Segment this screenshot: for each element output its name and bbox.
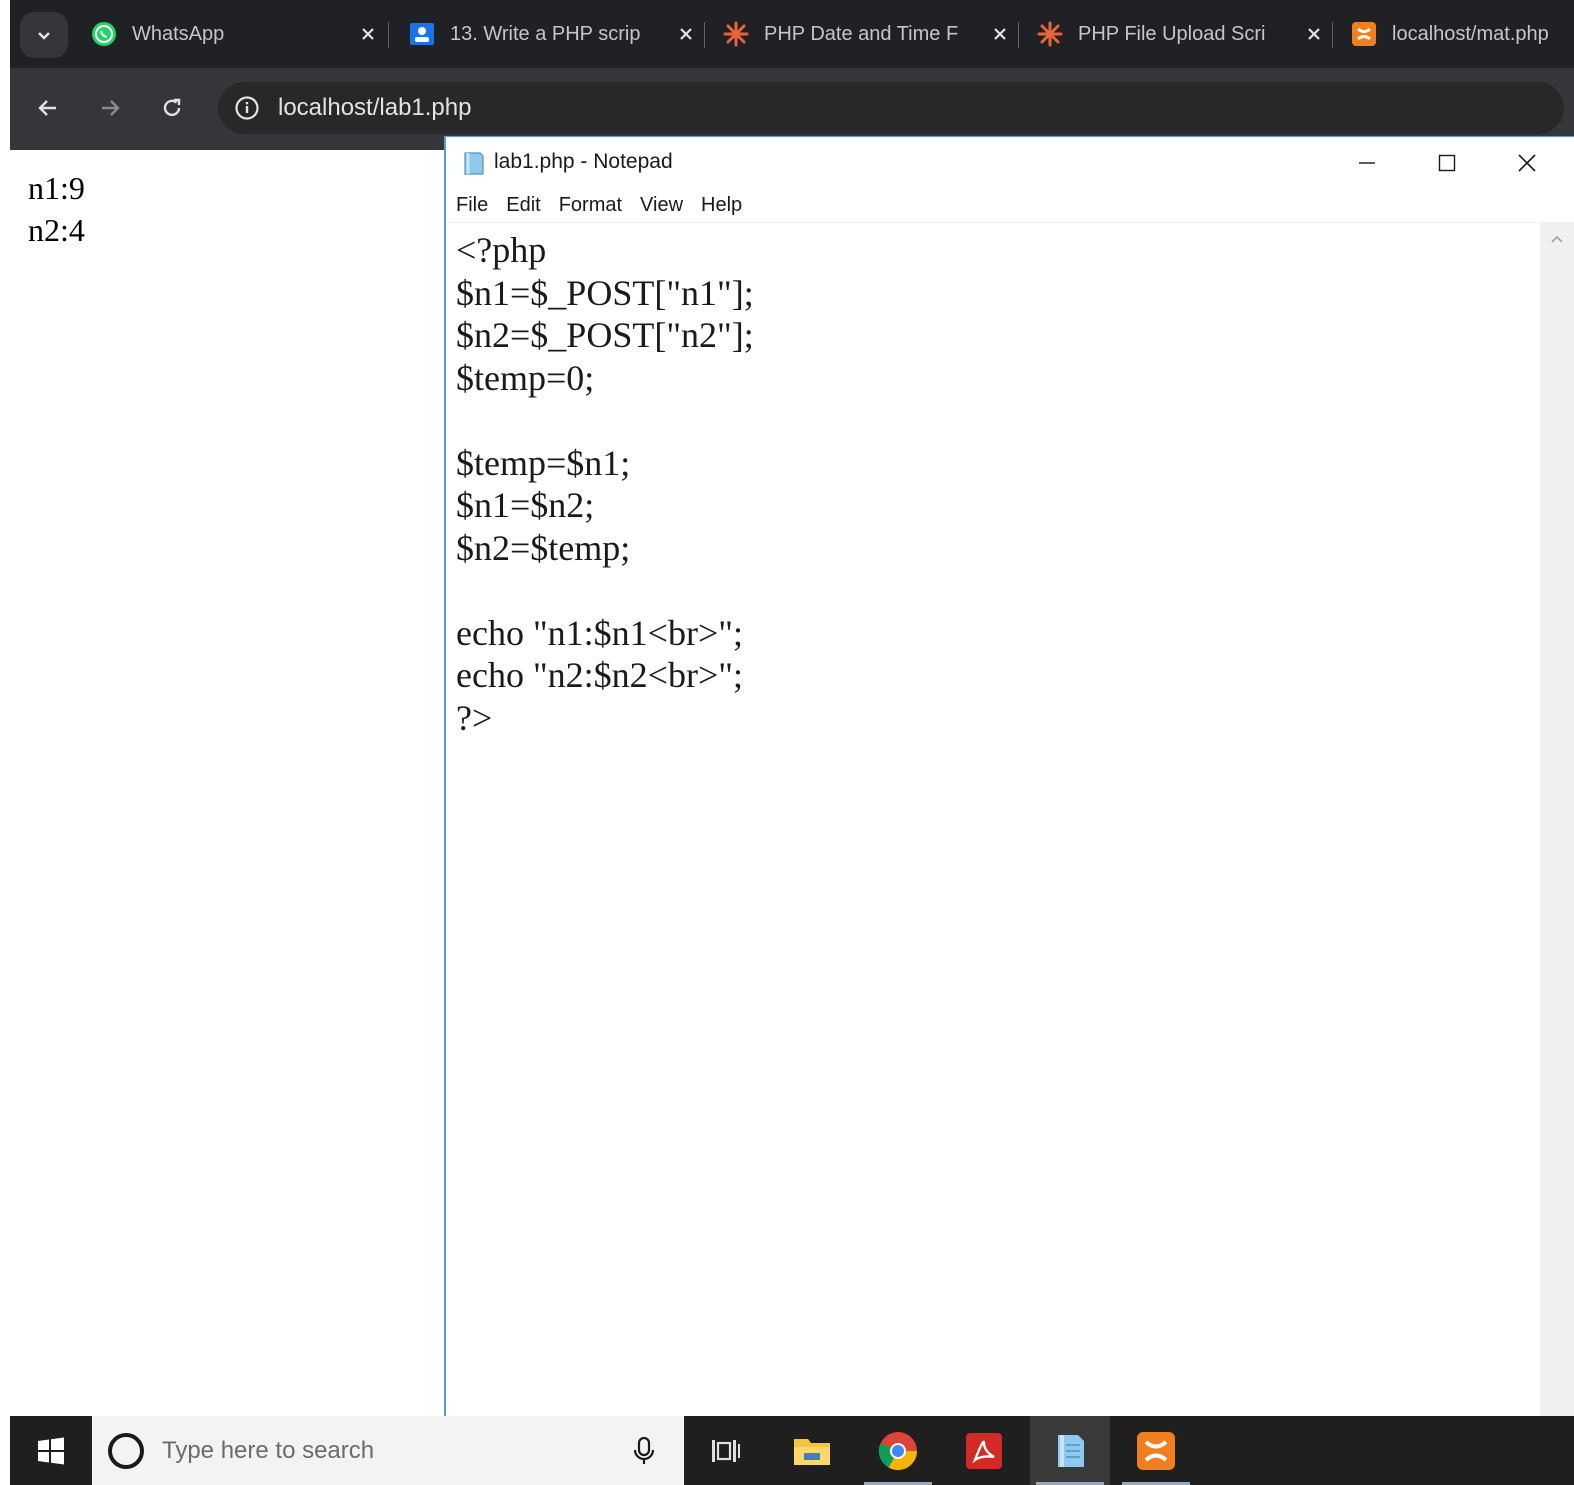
task-view-button[interactable] (686, 1416, 766, 1485)
tab-separator (704, 22, 705, 48)
reload-icon (163, 98, 181, 117)
address-url: localhost/lab1.php (278, 94, 472, 121)
php-burst-icon (1036, 20, 1064, 48)
maximize-button[interactable] (1424, 143, 1470, 183)
menu-edit[interactable]: Edit (506, 194, 540, 217)
tab-title: PHP File Upload Scri (1078, 22, 1266, 45)
xampp-icon (1137, 1431, 1175, 1470)
code-text: <?php $n1=$_POST["n1"]; $n2=$_POST["n2"]… (456, 230, 754, 738)
maximize-icon (1438, 154, 1456, 172)
address-bar[interactable]: localhost/lab1.php (218, 82, 1564, 134)
info-icon[interactable] (232, 93, 262, 123)
scroll-up-icon[interactable] (1540, 223, 1574, 257)
taskbar-search[interactable]: Type here to search (92, 1416, 684, 1485)
taskbar-chrome[interactable] (858, 1416, 938, 1485)
tab-separator (388, 22, 389, 48)
tab-php-script[interactable]: 13. Write a PHP scrip (408, 10, 698, 58)
vertical-scrollbar[interactable] (1540, 223, 1574, 1417)
menu-help[interactable]: Help (701, 194, 742, 217)
menu-view[interactable]: View (640, 194, 683, 217)
tab-title: WhatsApp (132, 22, 225, 45)
close-button[interactable] (1504, 143, 1550, 183)
notepad-title-bar[interactable]: lab1.php - Notepad (446, 137, 1574, 187)
left-edge (0, 0, 10, 1485)
start-button[interactable] (10, 1416, 92, 1485)
taskbar-acrobat[interactable] (944, 1416, 1024, 1485)
tab-title: PHP Date and Time F (764, 22, 959, 45)
close-icon[interactable] (356, 22, 380, 46)
tab-localhost-mat[interactable]: localhost/mat.php (1350, 10, 1574, 58)
close-icon[interactable] (988, 22, 1012, 46)
classroom-icon (408, 20, 436, 48)
windows-taskbar: Type here to search (10, 1416, 1574, 1485)
close-icon[interactable] (674, 22, 698, 46)
chrome-icon (878, 1431, 918, 1470)
windows-logo-icon (38, 1437, 64, 1464)
tab-whatsapp[interactable]: WhatsApp (90, 10, 380, 58)
notepad-title: lab1.php - Notepad (494, 150, 673, 173)
xampp-icon (1350, 20, 1378, 48)
forward-button[interactable] (88, 86, 132, 130)
notepad-icon (460, 149, 488, 177)
browser-tab-strip: WhatsApp 13. Write a PHP scrip PHP Date … (10, 0, 1574, 68)
menu-format[interactable]: Format (559, 194, 622, 217)
notepad-window[interactable]: lab1.php - Notepad File Edit Format View… (444, 136, 1574, 1417)
arrow-left-icon (38, 100, 56, 116)
cortana-icon (108, 1432, 144, 1469)
notepad-icon (1058, 1434, 1084, 1467)
search-placeholder: Type here to search (162, 1436, 375, 1464)
menu-file[interactable]: File (456, 194, 488, 217)
php-burst-icon (722, 20, 750, 48)
reload-button[interactable] (150, 86, 194, 130)
close-icon (1518, 154, 1536, 172)
tab-title: localhost/mat.php (1392, 22, 1549, 45)
tab-title: 13. Write a PHP scrip (450, 22, 641, 45)
notepad-text-area[interactable]: <?php $n1=$_POST["n1"]; $n2=$_POST["n2"]… (446, 223, 1540, 1417)
minimize-icon (1359, 162, 1375, 164)
back-button[interactable] (26, 86, 70, 130)
microphone-icon[interactable] (624, 1431, 664, 1471)
close-icon[interactable] (1302, 22, 1326, 46)
taskbar-notepad[interactable] (1030, 1416, 1110, 1485)
tab-search-button[interactable] (20, 12, 68, 58)
acrobat-icon (966, 1432, 1002, 1469)
arrow-right-icon (102, 100, 120, 116)
output-line-n2: n2:4 (28, 212, 85, 248)
output-line-n1: n1:9 (28, 170, 85, 206)
tab-separator (1332, 22, 1333, 48)
browser-page: n1:9 n2:4 (10, 150, 446, 1416)
file-explorer-icon (794, 1438, 830, 1465)
task-view-icon (712, 1439, 740, 1462)
taskbar-xampp[interactable] (1116, 1416, 1196, 1485)
taskbar-file-explorer[interactable] (772, 1416, 852, 1485)
tab-php-date-time[interactable]: PHP Date and Time F (722, 10, 1012, 58)
notepad-menu-bar: File Edit Format View Help (446, 189, 1574, 223)
tab-php-file-upload[interactable]: PHP File Upload Scri (1036, 10, 1326, 58)
minimize-button[interactable] (1344, 143, 1390, 183)
chevron-down-icon (38, 32, 50, 40)
tab-separator (1018, 22, 1019, 48)
whatsapp-icon (90, 20, 118, 48)
